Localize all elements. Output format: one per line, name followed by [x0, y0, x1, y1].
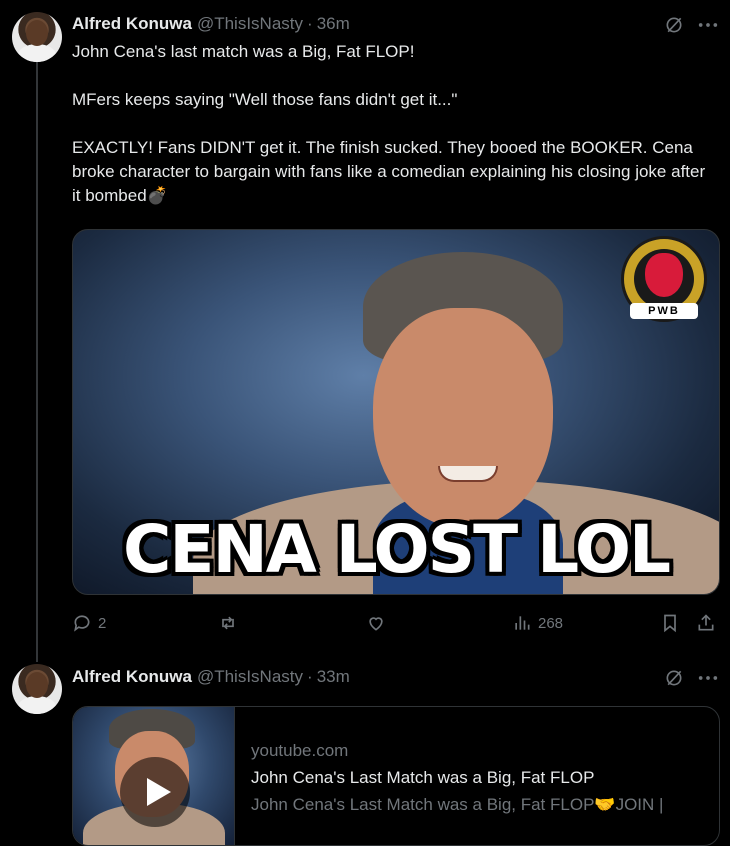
wrestling-mask-icon [645, 253, 683, 297]
portrait-smile [438, 466, 498, 482]
views-button[interactable]: 268 [512, 610, 563, 636]
tweet-image[interactable]: PWB CENA LOST LOL [72, 229, 720, 595]
like-button[interactable] [366, 610, 386, 636]
tweet-text-line: MFers keeps saying "Well those fans didn… [72, 90, 458, 109]
author-name[interactable]: Alfred Konuwa [72, 667, 192, 687]
bookmark-icon [664, 614, 676, 633]
link-domain: youtube.com [251, 741, 349, 760]
author-handle[interactable]: @ThisIsNasty [197, 14, 303, 34]
link-card-text: youtube.com John Cena's Last Match was a… [251, 737, 711, 818]
reply-count: 2 [98, 614, 107, 632]
author-handle[interactable]: @ThisIsNasty [197, 667, 303, 687]
link-description: John Cena's Last Match was a Big, Fat FL… [251, 795, 664, 814]
timestamp[interactable]: 33m [317, 667, 350, 687]
video-thumbnail[interactable] [73, 707, 235, 845]
play-icon[interactable] [120, 757, 190, 827]
tweet-header: Alfred Konuwa @ThisIsNasty · 33m [72, 665, 350, 689]
tweet-body: John Cena's last match was a Big, Fat FL… [72, 40, 712, 208]
tweet-text-line: John Cena's last match was a Big, Fat FL… [72, 42, 415, 61]
pwb-logo: PWB [621, 236, 707, 322]
link-title[interactable]: John Cena's Last Match was a Big, Fat FL… [251, 764, 711, 791]
heart-icon [369, 617, 383, 631]
header-separator: · [307, 14, 313, 33]
header-separator: · [307, 667, 313, 686]
tweet-header: Alfred Konuwa @ThisIsNasty · 36m [72, 12, 350, 36]
share-button[interactable] [696, 610, 716, 636]
logo-text: PWB [630, 303, 698, 319]
more-icon[interactable] [697, 15, 719, 39]
share-icon [698, 614, 714, 631]
tweet-text-line: EXACTLY! Fans DIDN'T get it. The finish … [72, 138, 706, 205]
repost-button[interactable] [218, 610, 238, 636]
avatar[interactable] [12, 12, 62, 62]
action-bar: 2 268 [72, 610, 720, 636]
views-count: 268 [538, 614, 564, 632]
views-icon [515, 616, 530, 630]
bookmark-button[interactable] [660, 610, 680, 636]
grok-icon[interactable] [664, 15, 684, 39]
reply-icon [74, 615, 90, 632]
repost-icon [222, 616, 234, 630]
more-icon[interactable] [697, 668, 719, 692]
tweet-1[interactable]: Alfred Konuwa @ThisIsNasty · 36m John Ce… [0, 0, 730, 650]
portrait-face [373, 308, 553, 528]
author-name[interactable]: Alfred Konuwa [72, 14, 192, 34]
link-preview-card[interactable]: youtube.com John Cena's Last Match was a… [72, 706, 720, 846]
timestamp[interactable]: 36m [317, 14, 350, 34]
avatar[interactable] [12, 664, 62, 714]
reply-button[interactable]: 2 [72, 610, 106, 636]
grok-icon[interactable] [664, 668, 684, 692]
meme-caption: CENA LOST LOL [122, 511, 671, 588]
